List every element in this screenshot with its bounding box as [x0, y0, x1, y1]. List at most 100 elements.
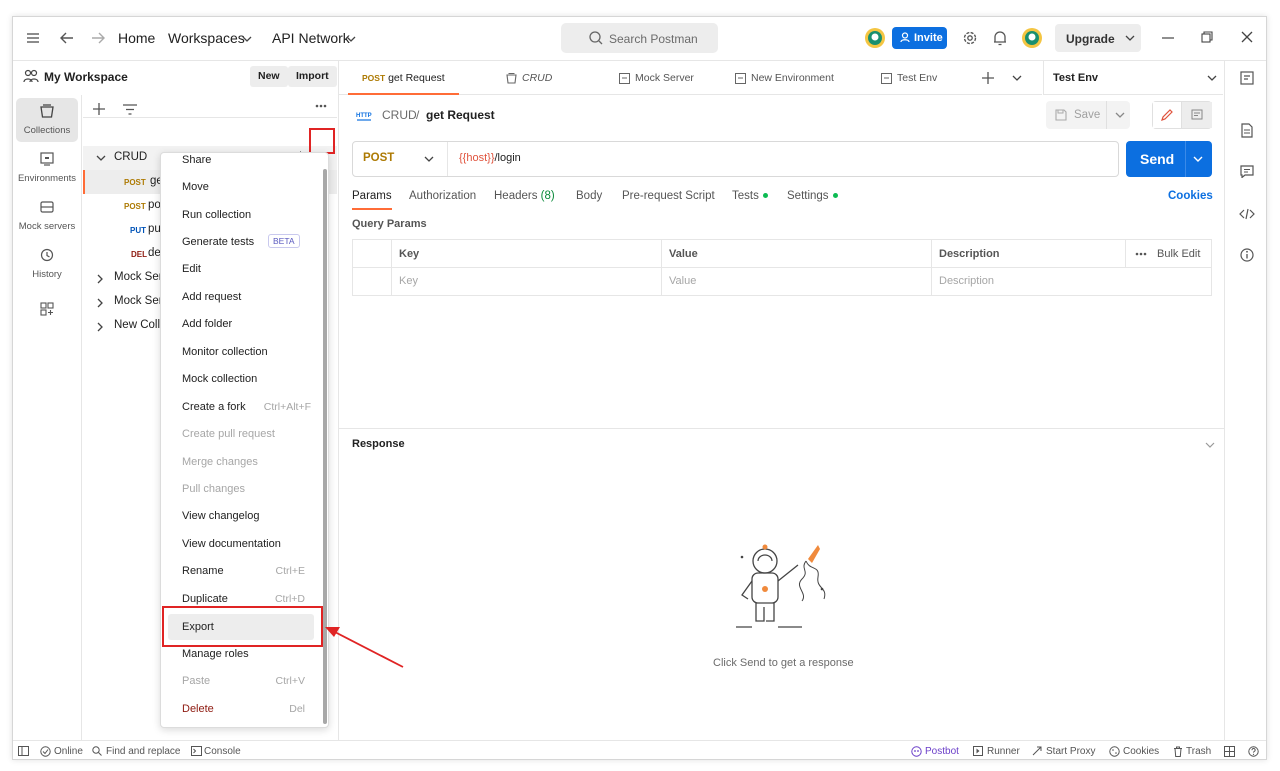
sidebar-toggle-icon[interactable] [18, 746, 29, 756]
console-button[interactable]: Console [204, 746, 241, 757]
start-proxy-button[interactable]: Start Proxy [1046, 746, 1095, 757]
tab-crud[interactable]: CRUD [494, 61, 614, 95]
find-replace-button[interactable]: Find and replace [106, 746, 181, 757]
sidebar-item-configure[interactable] [16, 296, 78, 340]
tab-body[interactable]: Body [576, 190, 602, 202]
menu-item-move[interactable]: Move [161, 175, 328, 199]
send-button[interactable]: Send [1126, 141, 1212, 177]
more-options-icon[interactable] [1135, 252, 1147, 256]
home-link[interactable]: Home [118, 30, 155, 46]
menu-item-delete[interactable]: Delete Del [161, 697, 328, 721]
add-tab-icon[interactable] [982, 72, 994, 84]
key-input[interactable]: Key [399, 275, 418, 287]
menu-item-view-changelog[interactable]: View changelog [161, 504, 328, 528]
documentation-icon[interactable] [1241, 123, 1253, 138]
menu-item-share[interactable]: Share [161, 153, 328, 172]
sidebar-item-history[interactable]: History [16, 242, 78, 286]
forward-arrow-icon[interactable] [91, 32, 105, 44]
menu-item-mock-collection[interactable]: Mock collection [161, 367, 328, 391]
sidebar-item-environments[interactable]: Environments [16, 146, 78, 190]
breadcrumb-parent[interactable]: CRUD [382, 108, 417, 122]
minimize-icon[interactable] [1162, 37, 1174, 39]
bell-icon[interactable] [993, 30, 1007, 46]
bulk-edit-link[interactable]: Bulk Edit [1157, 248, 1200, 260]
tab-test-env[interactable]: Test Env [879, 61, 979, 95]
import-button[interactable]: Import [288, 66, 337, 87]
runner-icon [973, 746, 983, 756]
help-icon[interactable] [1248, 746, 1259, 757]
chevron-down-icon[interactable] [1115, 112, 1125, 118]
sidebar-item-mock-servers[interactable]: Mock servers [16, 194, 78, 238]
menu-item-shortcut: Del [289, 703, 305, 715]
tab-headers[interactable]: Headers (8) [494, 190, 555, 202]
tab-prerequest-script[interactable]: Pre-request Script [622, 190, 715, 202]
status-dot [832, 193, 838, 199]
api-network-menu[interactable]: API Network [272, 30, 350, 46]
url-input[interactable]: {{host}}/login [459, 152, 521, 164]
edit-toggle[interactable] [1153, 102, 1182, 128]
tab-settings[interactable]: Settings [787, 190, 838, 202]
chevron-down-icon[interactable] [1205, 442, 1215, 448]
menu-item-edit[interactable]: Edit [161, 257, 328, 281]
environment-quicklook-icon[interactable] [1240, 71, 1254, 85]
postbot-button[interactable]: Postbot [925, 746, 959, 757]
value-input[interactable]: Value [669, 275, 696, 287]
search-icon [92, 746, 102, 756]
tab-new-environment[interactable]: New Environment [733, 61, 869, 95]
tab-tests[interactable]: Tests [732, 190, 768, 202]
comments-toggle[interactable] [1182, 102, 1212, 128]
upgrade-button[interactable]: Upgrade [1055, 24, 1141, 52]
online-status[interactable]: Online [54, 746, 83, 757]
environment-selector[interactable]: Test Env [1043, 61, 1223, 95]
save-button[interactable]: Save [1046, 101, 1130, 129]
add-icon[interactable] [93, 103, 105, 115]
page-title[interactable]: get Request [426, 108, 495, 122]
comments-icon[interactable] [1240, 165, 1254, 178]
filter-icon[interactable] [123, 104, 137, 115]
avatar-icon[interactable] [864, 27, 886, 49]
tab-mock-server[interactable]: Mock Server [617, 61, 732, 95]
code-icon[interactable] [1239, 208, 1255, 220]
cookies-link[interactable]: Cookies [1168, 190, 1213, 202]
back-arrow-icon[interactable] [60, 32, 74, 44]
method-select[interactable]: POST [353, 142, 448, 176]
close-icon[interactable] [1241, 31, 1253, 43]
new-button[interactable]: New [250, 66, 288, 87]
info-icon[interactable] [1240, 248, 1254, 262]
menu-item-run-collection[interactable]: Run collection [161, 203, 328, 227]
cookies-button[interactable]: Cookies [1123, 746, 1159, 757]
sidebar-item-collections[interactable]: Collections [16, 98, 78, 142]
method-badge: POST [362, 73, 386, 83]
invite-button[interactable]: Invite [892, 27, 947, 49]
trash-button[interactable]: Trash [1186, 746, 1211, 757]
runner-button[interactable]: Runner [987, 746, 1020, 757]
layout-grid-icon[interactable] [1224, 746, 1235, 757]
menu-item-add-request[interactable]: Add request [161, 285, 328, 309]
menu-item-monitor-collection[interactable]: Monitor collection [161, 340, 328, 364]
headers-count: (8) [540, 190, 555, 202]
menu-icon[interactable] [26, 32, 40, 44]
tab-params[interactable]: Params [352, 190, 392, 210]
more-options-icon[interactable] [315, 104, 327, 108]
menu-item-add-folder[interactable]: Add folder [161, 312, 328, 336]
menu-item-shortcut: Ctrl+E [275, 565, 305, 577]
menu-item-rename[interactable]: Rename Ctrl+E [161, 559, 328, 583]
gear-icon[interactable] [962, 30, 978, 46]
tab-get-request[interactable]: POST get Request [348, 61, 459, 95]
menu-item-create-fork[interactable]: Create a fork Ctrl+Alt+F [161, 395, 328, 419]
menu-item-generate-tests[interactable]: Generate tests BETA [161, 230, 328, 254]
menu-item-view-documentation[interactable]: View documentation [161, 532, 328, 556]
search-box[interactable]: Search Postman [561, 23, 718, 53]
tab-authorization[interactable]: Authorization [409, 190, 476, 202]
workspaces-menu[interactable]: Workspaces [168, 30, 245, 46]
description-input[interactable]: Description [939, 275, 994, 287]
request-name: po [148, 199, 161, 211]
restore-icon[interactable] [1201, 31, 1213, 43]
tab-label: get Request [388, 72, 445, 84]
menu-item-label: Mock collection [182, 373, 258, 385]
chevron-down-icon[interactable] [1193, 156, 1203, 162]
avatar-icon[interactable] [1021, 27, 1043, 49]
menu-item-label: Run collection [182, 209, 252, 221]
workspace-name[interactable]: My Workspace [44, 70, 128, 84]
chevron-down-icon[interactable] [1012, 75, 1022, 81]
